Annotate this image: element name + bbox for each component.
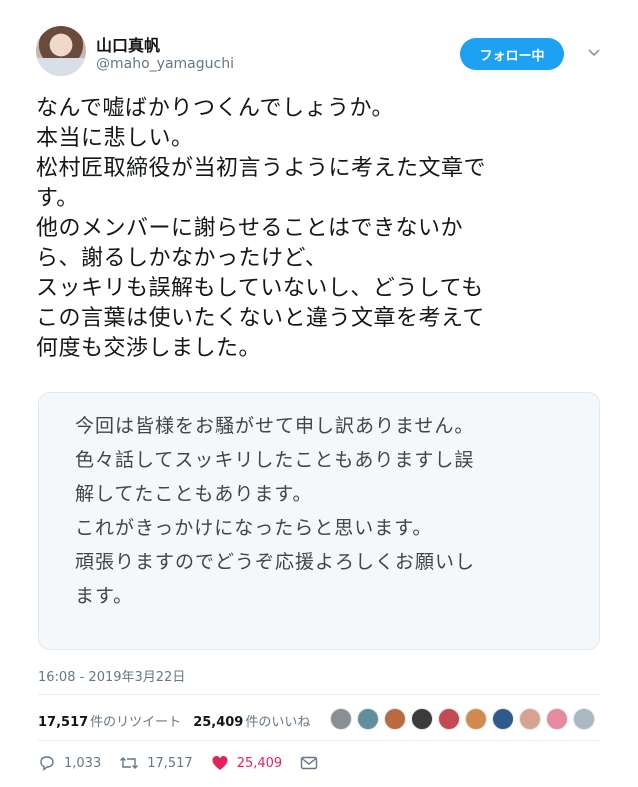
liker-avatar[interactable] (465, 708, 487, 730)
liker-avatars (330, 705, 600, 733)
like-stat[interactable]: 25,409 件のいいね (193, 711, 310, 730)
user-display-name[interactable]: 山口真帆 (96, 32, 160, 56)
retweet-stat-label: 件のリツイート (90, 714, 182, 730)
like-button[interactable]: 25,409 (211, 754, 283, 772)
user-handle[interactable]: @maho_yamaguchi (96, 56, 234, 72)
liker-avatar[interactable] (330, 708, 352, 730)
like-stat-count: 25,409 (193, 714, 244, 730)
divider (38, 740, 600, 741)
like-stat-label: 件のいいね (245, 714, 311, 730)
retweet-stat[interactable]: 17,517 件のリツイート (38, 711, 181, 730)
heart-icon (212, 756, 228, 770)
retweet-icon (120, 757, 139, 769)
tweet-actions: 1,033 17,517 25,409 (38, 752, 344, 774)
quoted-statement-card: 今回は皆様をお騒がせて申し訳ありません。 色々話してスッキリしたこともありますし… (38, 392, 600, 650)
chevron-down-icon[interactable] (586, 44, 602, 60)
quoted-statement-text: 今回は皆様をお騒がせて申し訳ありません。 色々話してスッキリしたこともありますし… (75, 415, 476, 607)
tweet-timestamp[interactable]: 16:08 - 2019年3月22日 (38, 666, 185, 685)
liker-avatar[interactable] (546, 708, 568, 730)
divider (38, 694, 600, 695)
liker-avatar[interactable] (492, 708, 514, 730)
liker-avatar[interactable] (357, 708, 379, 730)
retweet-button[interactable]: 17,517 (119, 754, 193, 772)
liker-avatar[interactable] (519, 708, 541, 730)
retweet-count: 17,517 (147, 755, 193, 771)
reply-icon (40, 756, 54, 771)
liker-avatar[interactable] (411, 708, 433, 730)
liker-avatar[interactable] (438, 708, 460, 730)
tweet-text: なんで嘘ばかりつくんでしょうか。 本当に悲しい。 松村匠取締役が当初言うように考… (36, 96, 487, 361)
liker-avatar[interactable] (573, 708, 595, 730)
reply-count: 1,033 (64, 755, 102, 771)
tweet-header: 山口真帆 @maho_yamaguchi フォロー中 (36, 26, 608, 82)
liker-avatar[interactable] (384, 708, 406, 730)
user-avatar[interactable] (36, 26, 86, 76)
reply-button[interactable]: 1,033 (38, 754, 101, 772)
follow-button[interactable]: フォロー中 (460, 38, 564, 70)
retweet-stat-count: 17,517 (38, 714, 89, 730)
envelope-icon (301, 756, 318, 770)
like-count: 25,409 (236, 755, 283, 771)
tweet-stats: 17,517 件のリツイート 25,409 件のいいね (38, 710, 322, 730)
direct-message-button[interactable] (300, 755, 326, 771)
